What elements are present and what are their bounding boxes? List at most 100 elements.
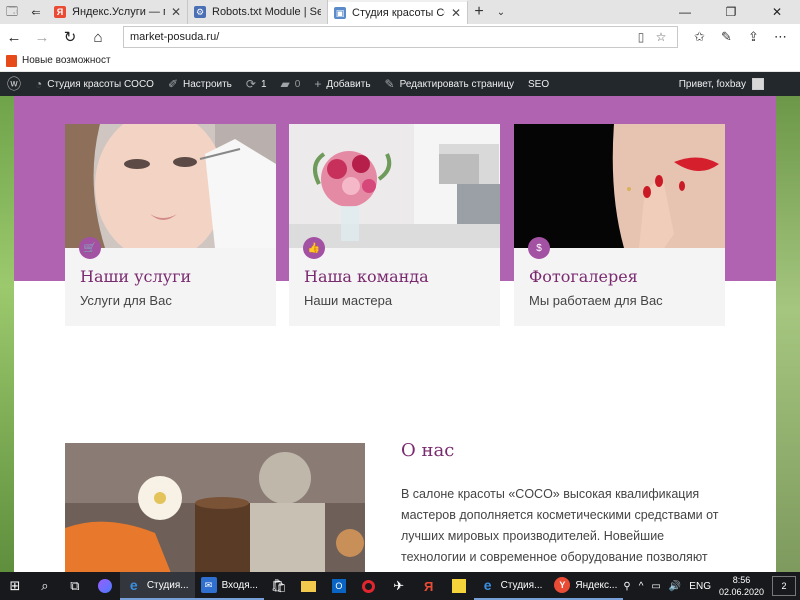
updates-count: 1	[260, 78, 267, 90]
share-icon[interactable]: ⇪	[740, 24, 767, 50]
home-icon[interactable]: ⌂	[84, 24, 112, 50]
close-tab-icon[interactable]: ✕	[171, 5, 181, 19]
card-image-red-lips	[514, 124, 725, 248]
money-icon: $	[528, 237, 550, 259]
about-text: В салоне красоты «COCO» высокая квалифик…	[401, 487, 719, 564]
close-window-icon[interactable]: ✕	[754, 0, 800, 24]
comment-icon: ▰	[280, 77, 290, 91]
tab-yandex-services[interactable]: Я Яндекс.Услуги — поиск усл ✕	[48, 0, 188, 24]
yandex-browser-icon[interactable]: Я	[414, 572, 444, 600]
url-input[interactable]	[130, 31, 631, 43]
tray-chevron-icon[interactable]: ^	[639, 581, 644, 592]
favorite-star-icon[interactable]: ☆	[651, 30, 671, 44]
avatar	[752, 78, 764, 90]
file-explorer-icon[interactable]	[294, 572, 324, 600]
notification-center-icon[interactable]: 2	[772, 576, 797, 596]
address-bar[interactable]: ▯ ☆	[123, 26, 678, 48]
edit-page-label: Редактировать страницу	[399, 78, 514, 90]
notes-app-icon[interactable]	[444, 572, 474, 600]
store-icon[interactable]: 🛍	[264, 572, 294, 600]
seo-link[interactable]: SEO	[521, 72, 556, 96]
refresh-icon[interactable]: ↻	[56, 24, 84, 50]
wordpress-icon: ⓦ	[7, 76, 21, 92]
task-view-icon[interactable]: ⧉	[60, 572, 90, 600]
background-foliage-right	[776, 96, 800, 572]
close-tab-icon[interactable]: ✕	[451, 6, 461, 20]
card-title[interactable]: Наша команда	[304, 267, 429, 286]
taskbar-app-label: Студия...	[146, 579, 189, 591]
tab-title: Студия красоты COCO	[352, 7, 445, 19]
opera-icon[interactable]	[354, 572, 384, 600]
background-foliage-left	[0, 96, 14, 572]
card-subtitle: Мы работаем для Вас	[529, 293, 663, 308]
add-new-label: Добавить	[326, 78, 371, 90]
favorite-link[interactable]: Новые возможност	[22, 55, 111, 66]
outlook-icon[interactable]: O	[324, 572, 354, 600]
cart-icon: 🛒	[79, 237, 101, 259]
yandex-icon: Y	[554, 577, 571, 593]
seo-label: SEO	[528, 78, 550, 90]
about-image-spa	[65, 443, 365, 572]
volume-icon[interactable]: 🔊	[669, 581, 681, 592]
comments-link[interactable]: ▰ 0	[274, 72, 308, 96]
favorites-hub-icon[interactable]: ✩	[686, 24, 713, 50]
about-title: О нас	[401, 440, 455, 461]
tab-actions-icon[interactable]: 🗔	[0, 0, 24, 24]
taskbar-app-yandex[interactable]: Y Яндекс...	[548, 572, 624, 600]
add-new-link[interactable]: + Добавить	[307, 72, 377, 96]
clock[interactable]: 8:56 02.06.2020	[719, 574, 764, 598]
taskbar-app-label: Студия...	[500, 579, 543, 591]
thumbs-up-icon: 👍	[303, 237, 325, 259]
dashboard-icon: ◔	[35, 77, 43, 91]
comments-count: 0	[294, 78, 301, 90]
language-indicator[interactable]: ENG	[689, 581, 711, 592]
forward-icon[interactable]: →	[28, 24, 56, 50]
taskbar-app-label: Входя...	[221, 579, 258, 591]
mail-icon: ✉	[200, 577, 217, 593]
tab-list-chevron-icon[interactable]: ⌄	[490, 0, 512, 24]
minimize-icon[interactable]: —	[662, 0, 708, 24]
card-team[interactable]: 👍 Наша команда Наши мастера	[289, 124, 500, 326]
customize-label: Настроить	[183, 78, 232, 90]
people-icon[interactable]: ⚲	[623, 581, 630, 592]
alice-assistant-icon[interactable]	[90, 572, 120, 600]
tab-beauty-studio[interactable]: ▣ Студия красоты COCO ✕	[328, 0, 468, 24]
more-menu-icon[interactable]: ⋯	[767, 24, 794, 50]
card-services[interactable]: 🛒 Наши услуги Услуги для Вас	[65, 124, 276, 326]
set-tabs-aside-icon[interactable]: ⇐	[24, 0, 48, 24]
network-icon[interactable]: ▭	[651, 581, 660, 592]
taskbar-app-ie-studio[interactable]: e Студия...	[473, 572, 549, 600]
clock-date: 02.06.2020	[718, 587, 765, 597]
site-name-link[interactable]: ◔ Студия красоты COCO	[28, 72, 161, 96]
customize-link[interactable]: ✐ Настроить	[161, 72, 239, 96]
taskbar-app-mail[interactable]: ✉ Входя...	[194, 572, 264, 600]
card-title[interactable]: Наши услуги	[80, 267, 191, 286]
windows-start-icon[interactable]: ⊞	[0, 572, 30, 600]
card-title[interactable]: Фотогалерея	[529, 267, 638, 286]
ie-icon: e	[483, 577, 492, 593]
edit-page-link[interactable]: ✎ Редактировать страницу	[378, 72, 521, 96]
new-tab-icon[interactable]: +	[468, 0, 490, 24]
page-content: 🛒 Наши услуги Услуги для Вас 👍 Наша кома…	[0, 96, 800, 572]
office-icon	[6, 54, 17, 67]
search-icon[interactable]: ⌕	[30, 572, 60, 600]
taskbar-app-edge-studio[interactable]: e Студия...	[119, 572, 195, 600]
greeting-label: Привет, foxbay	[678, 78, 746, 90]
pen-notes-icon[interactable]: ✎	[713, 24, 740, 50]
taskbar-app-label: Яндекс...	[575, 579, 618, 591]
app-icon[interactable]: ✈	[384, 572, 414, 600]
plus-icon: +	[314, 77, 322, 91]
tab-robots-module[interactable]: ⚙ Robots.txt Module | Semper	[188, 0, 328, 24]
tab-title: Яндекс.Услуги — поиск усл	[72, 6, 165, 18]
card-gallery[interactable]: $ Фотогалерея Мы работаем для Вас	[514, 124, 725, 326]
my-account-link[interactable]: Привет, foxbay	[679, 78, 800, 90]
wp-admin-bar: ⓦ ◔ Студия красоты COCO ✐ Настроить ⟳ 1 …	[0, 72, 800, 96]
browser-tab-strip: 🗔 ⇐ Я Яндекс.Услуги — поиск усл ✕ ⚙ Robo…	[0, 0, 800, 24]
back-icon[interactable]: ←	[0, 24, 28, 50]
reading-view-icon[interactable]: ▯	[631, 30, 651, 44]
wordpress-logo-button[interactable]: ⓦ	[0, 72, 28, 96]
pencil-icon: ✎	[384, 77, 395, 91]
updates-link[interactable]: ⟳ 1	[239, 72, 274, 96]
gear-favicon-icon: ⚙	[194, 6, 206, 18]
maximize-icon[interactable]: ❐	[708, 0, 754, 24]
